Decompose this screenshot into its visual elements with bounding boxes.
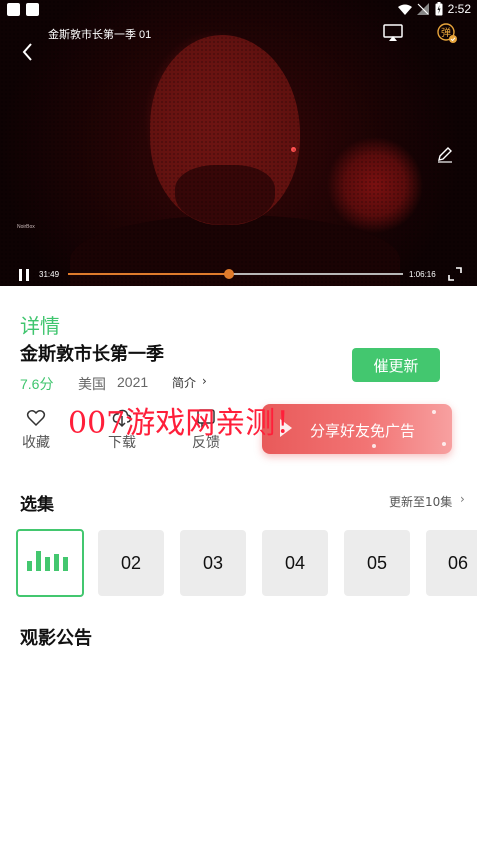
- sparkle-decoration: [372, 444, 376, 448]
- progress-thumb[interactable]: [224, 269, 234, 279]
- video-light-dot: [291, 147, 296, 152]
- total-time: 1:06:16: [409, 270, 436, 279]
- video-figure-beard: [175, 165, 275, 225]
- playing-bar: [36, 551, 41, 571]
- back-arrow-icon[interactable]: [18, 40, 38, 64]
- playing-bar: [27, 561, 32, 571]
- show-title: 金斯敦市长第一季: [20, 344, 164, 365]
- video-frame: [0, 0, 477, 286]
- sparkle-decoration: [432, 410, 436, 414]
- playing-bar: [45, 557, 50, 571]
- episode-06[interactable]: 06: [426, 530, 477, 596]
- request-update-button[interactable]: 催更新: [352, 348, 440, 382]
- sparkle-decoration: [442, 442, 446, 446]
- intro-link[interactable]: 简介: [172, 374, 196, 391]
- status-time: 2:52: [447, 2, 471, 16]
- video-caption: NoirBox: [17, 224, 35, 230]
- cast-icon[interactable]: [383, 24, 403, 42]
- heart-icon: [26, 410, 46, 427]
- watermark-text: 007游戏网亲测！: [68, 406, 306, 441]
- status-bar: 2:52: [0, 0, 477, 20]
- pause-icon[interactable]: [17, 268, 31, 282]
- battery-icon: [435, 2, 443, 16]
- no-signal-icon: [417, 3, 429, 15]
- notification-icon: [7, 3, 20, 16]
- episodes-more-link[interactable]: 更新至10集: [389, 493, 452, 510]
- episode-01-playing[interactable]: [16, 529, 84, 597]
- playing-bar: [63, 557, 68, 571]
- fullscreen-icon[interactable]: [448, 267, 462, 281]
- video-title: 金斯敦市长第一季 01: [48, 29, 152, 41]
- rating: 7.6分: [20, 376, 54, 392]
- year: 2021: [117, 374, 149, 390]
- video-player[interactable]: 2:52 金斯敦市长第一季 01 弹 NoirBox 31:49 1:06:16: [0, 0, 477, 286]
- share-label: 分享好友免广告: [310, 422, 416, 440]
- current-time: 31:49: [39, 270, 60, 279]
- video-figure-shoulders: [70, 215, 400, 286]
- details-heading: 详情: [20, 314, 60, 338]
- video-figure-head: [150, 35, 300, 225]
- episode-05[interactable]: 05: [344, 530, 410, 596]
- progress-fill: [68, 273, 229, 275]
- playing-bar: [54, 554, 59, 571]
- notice-heading: 观影公告: [20, 628, 92, 649]
- danmaku-toggle-icon[interactable]: 弹: [436, 22, 458, 44]
- episode-02[interactable]: 02: [98, 530, 164, 596]
- region: 美国: [78, 377, 106, 393]
- chevron-right-icon[interactable]: ›: [202, 374, 207, 388]
- svg-text:弹: 弹: [441, 26, 451, 39]
- episodes-heading: 选集: [20, 495, 54, 515]
- notification-icon: [26, 3, 39, 16]
- chevron-right-icon[interactable]: ›: [460, 492, 465, 506]
- favorite-button[interactable]: 收藏: [11, 408, 61, 452]
- edit-pencil-icon[interactable]: [436, 145, 454, 163]
- favorite-label: 收藏: [22, 435, 50, 451]
- episode-03[interactable]: 03: [180, 530, 246, 596]
- episode-04[interactable]: 04: [262, 530, 328, 596]
- wifi-icon: [398, 4, 412, 15]
